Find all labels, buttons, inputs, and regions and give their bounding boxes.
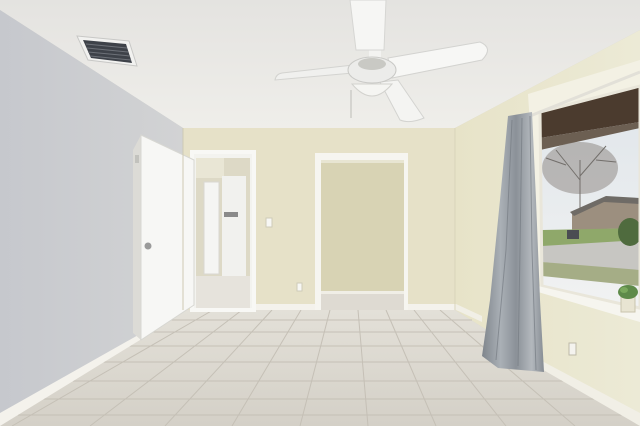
light-switch-icon[interactable] (265, 217, 273, 228)
power-outlet-icon (568, 342, 577, 356)
empty-bedroom-photo (0, 0, 640, 426)
room-illustration (0, 0, 640, 426)
door-hinge (135, 155, 139, 163)
bedroom-door[interactable] (133, 134, 195, 341)
hallway-doorway (190, 150, 256, 312)
window (528, 60, 640, 322)
closet-opening (315, 153, 408, 310)
power-outlet-icon (296, 282, 303, 292)
door-handle-icon[interactable] (144, 242, 152, 250)
potted-plant-icon (618, 285, 638, 313)
